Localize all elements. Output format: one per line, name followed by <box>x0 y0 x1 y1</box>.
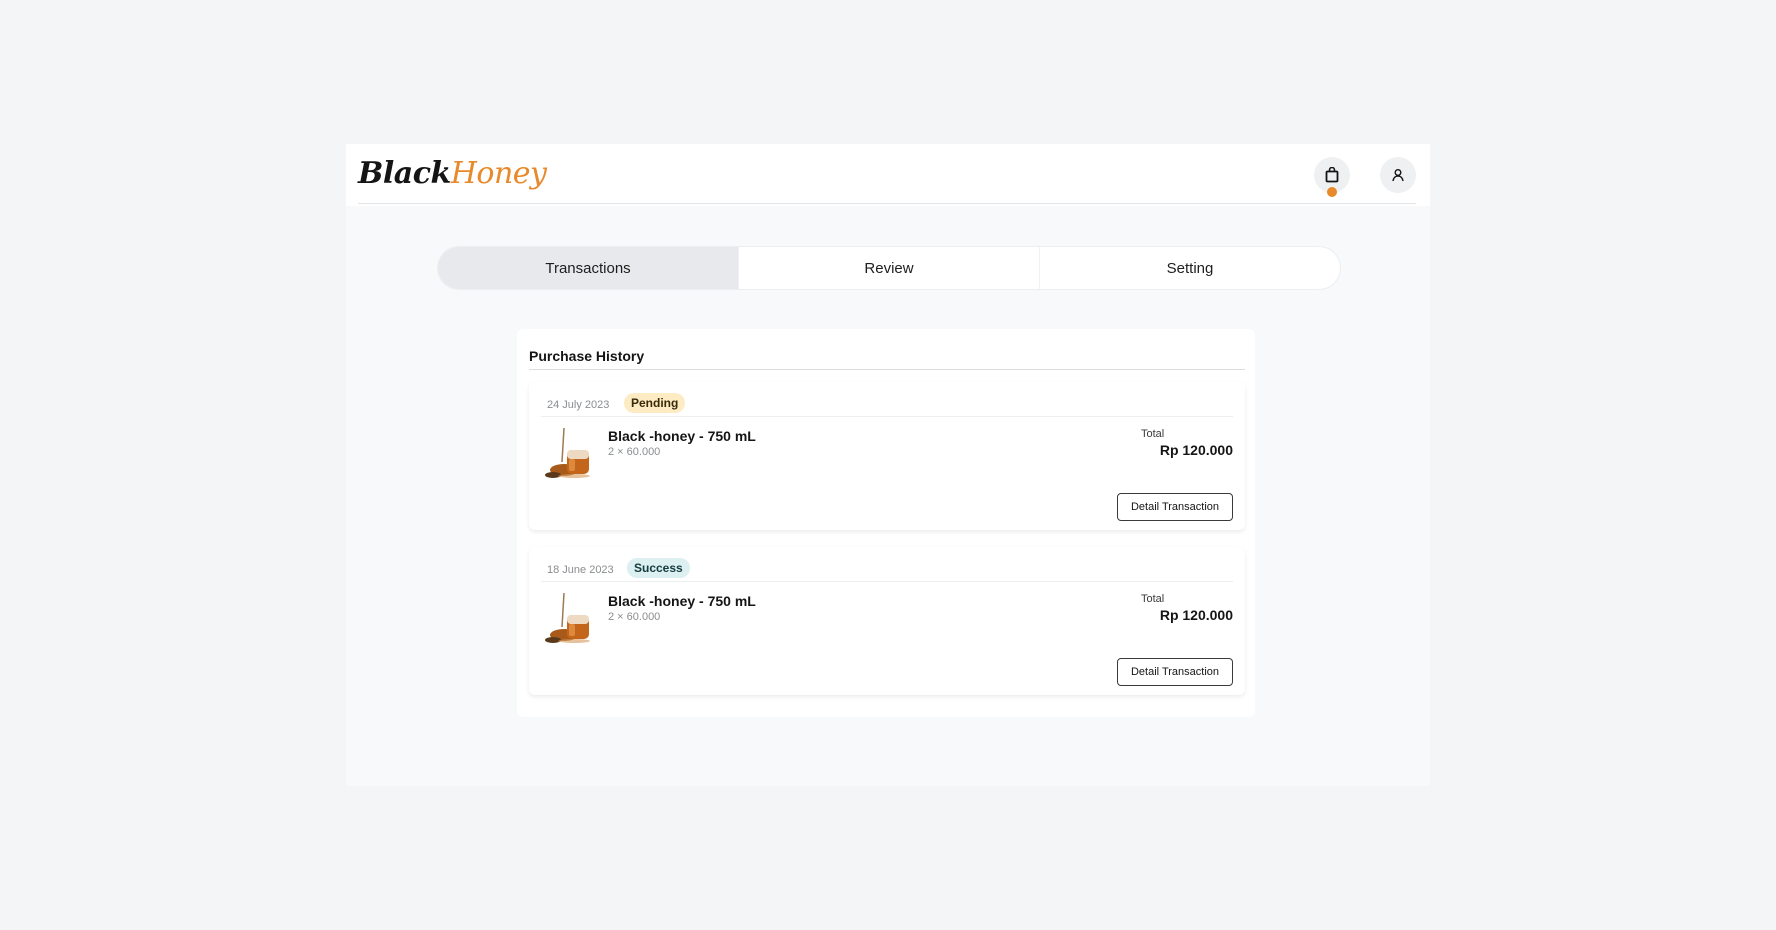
tab-setting[interactable]: Setting <box>1039 247 1340 289</box>
order-card: 18 June 2023 Success Black -honey - 750 … <box>529 547 1245 695</box>
product-quantity: 2 × 60.000 <box>608 611 661 623</box>
logo-part-black: Black <box>358 156 451 191</box>
status-badge: Pending <box>624 393 686 413</box>
brand-logo[interactable]: BlackHoney <box>358 156 547 191</box>
order-divider <box>541 416 1233 417</box>
honey-jar-image <box>545 427 590 478</box>
tab-transactions[interactable]: Transactions <box>438 247 738 289</box>
order-card: 24 July 2023 Pending Black -honey - 750 … <box>529 382 1245 530</box>
shopping-bag-icon <box>1325 167 1339 183</box>
tab-review[interactable]: Review <box>738 247 1039 289</box>
total-value: Rp 120.000 <box>1159 442 1233 458</box>
account-tabs: Transactions Review Setting <box>438 247 1340 289</box>
navbar: BlackHoney <box>346 144 1430 206</box>
user-profile-button[interactable] <box>1380 157 1416 193</box>
detail-transaction-button[interactable]: Detail Transaction <box>1117 658 1233 686</box>
status-badge: Success <box>627 558 690 578</box>
honey-jar-image <box>545 592 590 643</box>
order-date: 24 July 2023 <box>547 399 610 411</box>
purchase-history-divider <box>529 369 1245 370</box>
product-quantity: 2 × 60.000 <box>608 446 661 458</box>
total-value: Rp 120.000 <box>1159 607 1233 623</box>
purchase-history-panel: Purchase History 24 July 2023 Pending Bl… <box>517 329 1255 717</box>
user-icon <box>1392 169 1404 182</box>
navbar-divider <box>358 203 1416 204</box>
detail-transaction-button[interactable]: Detail Transaction <box>1117 493 1233 521</box>
order-divider <box>541 581 1233 582</box>
total-label: Total <box>1141 428 1165 440</box>
app-frame: BlackHoney Transactions Review Setting P… <box>346 144 1430 786</box>
product-name: Black -honey - 750 mL <box>608 593 756 609</box>
logo-part-honey: Honey <box>450 156 547 191</box>
purchase-history-title: Purchase History <box>529 348 645 364</box>
product-name: Black -honey - 750 mL <box>608 428 756 444</box>
order-date: 18 June 2023 <box>547 564 614 576</box>
cart-notification-dot <box>1327 187 1337 197</box>
total-label: Total <box>1141 593 1165 605</box>
